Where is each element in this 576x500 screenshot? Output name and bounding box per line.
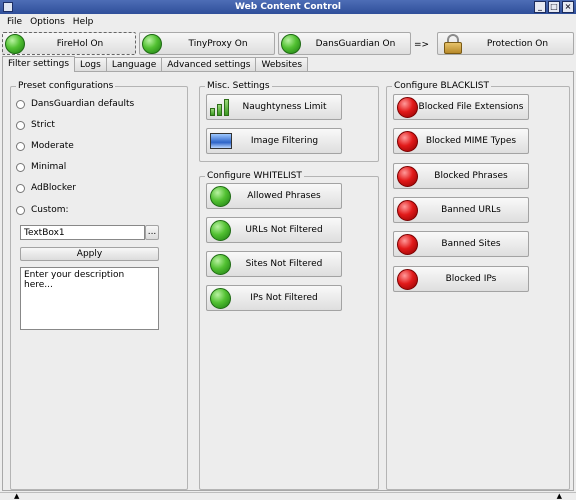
lock-icon bbox=[444, 33, 462, 54]
radio-minimal[interactable]: Minimal bbox=[16, 162, 66, 172]
radio-adblocker[interactable]: AdBlocker bbox=[16, 183, 76, 193]
status-green-icon bbox=[210, 185, 231, 207]
apply-button[interactable]: Apply bbox=[20, 247, 159, 261]
status-green-icon bbox=[5, 33, 25, 54]
blocked-phrases-button[interactable]: Blocked Phrases bbox=[393, 163, 529, 189]
radio-strict[interactable]: Strict bbox=[16, 120, 55, 130]
group-title: Misc. Settings bbox=[205, 80, 272, 92]
maximize-icon[interactable]: □ bbox=[548, 1, 560, 13]
naughtyness-limit-button[interactable]: Naughtyness Limit bbox=[206, 94, 342, 120]
close-icon[interactable]: × bbox=[562, 1, 574, 13]
status-red-icon bbox=[397, 233, 418, 255]
tab-language[interactable]: Language bbox=[105, 57, 163, 72]
resize-handle-right-icon[interactable]: ▲ bbox=[557, 492, 562, 500]
group-title: Configure BLACKLIST bbox=[392, 80, 491, 92]
arrow-label: => bbox=[414, 40, 430, 50]
tab-filter-settings[interactable]: Filter settings bbox=[2, 56, 76, 72]
tab-logs[interactable]: Logs bbox=[74, 57, 107, 72]
misc-settings-group: Misc. Settings Naughtyness Limit Image F… bbox=[199, 80, 379, 162]
browse-button[interactable]: ... bbox=[145, 225, 159, 240]
window-title: Web Content Control bbox=[235, 2, 341, 12]
firehol-button[interactable]: FireHol On bbox=[2, 32, 136, 55]
dansguardian-button[interactable]: DansGuardian On bbox=[278, 32, 411, 55]
custom-name-input[interactable]: TextBox1 bbox=[20, 225, 145, 240]
tinyproxy-button[interactable]: TinyProxy On bbox=[139, 32, 275, 55]
radio-icon[interactable] bbox=[16, 120, 25, 130]
group-title: Preset configurations bbox=[16, 80, 116, 92]
ips-not-filtered-button[interactable]: IPs Not Filtered bbox=[206, 285, 342, 311]
status-green-icon bbox=[210, 253, 231, 275]
preset-configurations-group: Preset configurations DansGuardian defau… bbox=[10, 80, 188, 490]
image-icon bbox=[210, 133, 232, 149]
sites-not-filtered-button[interactable]: Sites Not Filtered bbox=[206, 251, 342, 277]
status-green-icon bbox=[210, 287, 231, 309]
blacklist-group: Configure BLACKLIST Blocked File Extensi… bbox=[386, 80, 570, 490]
resize-handle-left-icon[interactable]: ▲ bbox=[14, 492, 19, 500]
image-filtering-button[interactable]: Image Filtering bbox=[206, 128, 342, 154]
urls-not-filtered-button[interactable]: URLs Not Filtered bbox=[206, 217, 342, 243]
radio-moderate[interactable]: Moderate bbox=[16, 141, 74, 151]
radio-icon[interactable] bbox=[16, 99, 25, 109]
menu-bar: File Options Help bbox=[0, 14, 576, 30]
group-title: Configure WHITELIST bbox=[205, 170, 304, 182]
protection-button[interactable]: Protection On bbox=[437, 32, 574, 55]
banned-sites-button[interactable]: Banned Sites bbox=[393, 231, 529, 257]
radio-icon[interactable] bbox=[16, 162, 25, 172]
title-bar: Web Content Control _ □ × bbox=[0, 0, 576, 14]
status-bar: ▲ ▲ bbox=[0, 492, 576, 500]
status-red-icon bbox=[397, 199, 418, 221]
radio-dansguardian-defaults[interactable]: DansGuardian defaults bbox=[16, 99, 134, 109]
tab-advanced-settings[interactable]: Advanced settings bbox=[161, 57, 257, 72]
menu-help[interactable]: Help bbox=[70, 14, 99, 30]
app-icon bbox=[3, 2, 13, 12]
status-red-icon bbox=[397, 165, 418, 187]
description-textarea[interactable]: Enter your description here... bbox=[20, 267, 159, 330]
banned-urls-button[interactable]: Banned URLs bbox=[393, 197, 529, 223]
status-green-icon bbox=[281, 33, 301, 54]
menu-options[interactable]: Options bbox=[27, 14, 70, 30]
filter-settings-panel: Preset configurations DansGuardian defau… bbox=[2, 71, 574, 491]
level-bars-icon bbox=[210, 98, 232, 116]
status-red-icon bbox=[397, 130, 418, 152]
radio-icon[interactable] bbox=[16, 205, 25, 215]
minimize-icon[interactable]: _ bbox=[534, 1, 546, 13]
status-red-icon bbox=[397, 96, 418, 118]
radio-icon[interactable] bbox=[16, 141, 25, 151]
radio-custom[interactable]: Custom: bbox=[16, 205, 69, 215]
radio-icon[interactable] bbox=[16, 183, 25, 193]
menu-file[interactable]: File bbox=[4, 14, 27, 30]
blocked-mime-types-button[interactable]: Blocked MIME Types bbox=[393, 128, 529, 154]
blocked-file-extensions-button[interactable]: Blocked File Extensions bbox=[393, 94, 529, 120]
blocked-ips-button[interactable]: Blocked IPs bbox=[393, 266, 529, 292]
status-red-icon bbox=[397, 268, 418, 290]
allowed-phrases-button[interactable]: Allowed Phrases bbox=[206, 183, 342, 209]
service-toolbar: FireHol On TinyProxy On DansGuardian On … bbox=[0, 30, 576, 56]
status-green-icon bbox=[210, 219, 231, 241]
status-green-icon bbox=[142, 33, 162, 54]
tab-websites[interactable]: Websites bbox=[255, 57, 309, 72]
whitelist-group: Configure WHITELIST Allowed Phrases URLs… bbox=[199, 170, 379, 490]
tab-bar: Filter settings Logs Language Advanced s… bbox=[2, 56, 309, 72]
